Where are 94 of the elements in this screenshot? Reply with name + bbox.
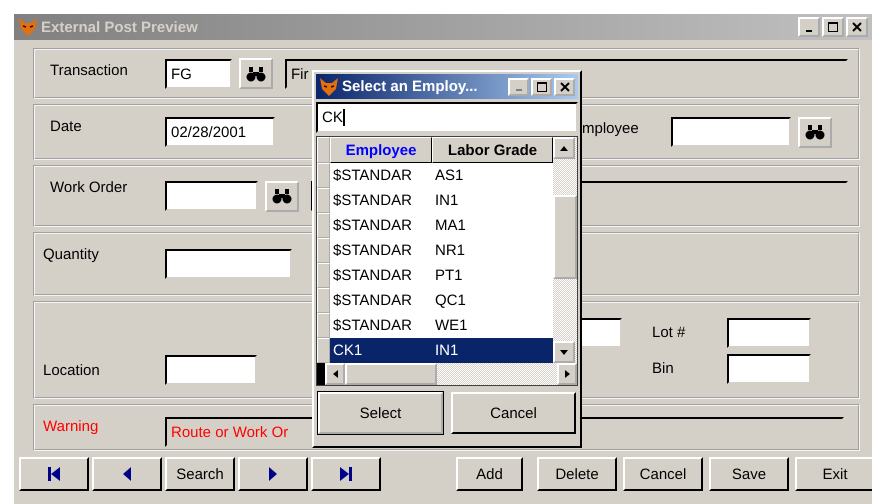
minimize-button[interactable]: [798, 17, 820, 37]
scroll-thumb[interactable]: [345, 363, 437, 385]
skip-first-icon: [47, 466, 61, 482]
input-field[interactable]: FG: [165, 58, 232, 88]
binoculars-icon: [805, 124, 825, 140]
up-triangle-icon: [560, 146, 568, 150]
search-field[interactable]: CK: [316, 102, 578, 133]
dialog-button[interactable]: Select: [318, 392, 443, 434]
table-cell-text: AS1: [434, 167, 464, 184]
maximize-icon: [828, 22, 838, 32]
search-button[interactable]: Search: [165, 457, 235, 491]
action-button[interactable]: Delete: [537, 457, 617, 491]
minimize-icon: [516, 89, 522, 91]
right-triangle-icon: [564, 370, 570, 378]
action-button[interactable]: Cancel: [623, 457, 703, 491]
skip-last-icon: [339, 466, 353, 482]
table-cell-text: $STANDAR: [332, 167, 413, 184]
input-field[interactable]: [727, 354, 811, 384]
dialog-title: Select an Employ...: [342, 78, 479, 95]
date-field[interactable]: 02/28/2001: [165, 117, 275, 147]
left-triangle-icon: [332, 370, 338, 378]
maximize-button[interactable]: [822, 17, 844, 37]
scroll-right-button[interactable]: [557, 363, 577, 385]
row-marker: [317, 363, 325, 385]
table-cell-text: PT1: [434, 267, 464, 284]
search-button[interactable]: [265, 180, 299, 212]
table-cell-text: $STANDAR: [332, 317, 413, 334]
table-cell-text: $STANDAR: [332, 217, 413, 234]
search-button[interactable]: [798, 116, 832, 148]
binoculars-icon: [272, 188, 292, 204]
nav-button[interactable]: [92, 457, 162, 491]
field-label: Bin: [652, 359, 675, 379]
input-field[interactable]: [165, 355, 257, 385]
fox-head-icon: [319, 76, 339, 96]
table-cell-text: $STANDAR: [332, 292, 413, 309]
close-icon: [560, 82, 570, 92]
field-label: Quantity: [43, 246, 100, 263]
binoculars-icon: [246, 66, 266, 82]
left-triangle-icon: [122, 466, 132, 482]
field-label: Transaction: [50, 62, 129, 79]
table-cell-text: $STANDAR: [332, 192, 413, 209]
table-row[interactable]: $STANDAR MA1: [317, 213, 553, 238]
dialog-button[interactable]: Cancel: [451, 392, 576, 434]
action-button[interactable]: Save: [709, 457, 789, 491]
table-row[interactable]: $STANDAR NR1: [317, 238, 553, 263]
nav-button[interactable]: [19, 457, 89, 491]
table-cell-text: NR1: [434, 242, 466, 259]
vertical-scrollbar[interactable]: [553, 137, 577, 363]
down-triangle-icon: [560, 350, 568, 354]
field-label: Work Order: [50, 179, 128, 196]
table-row[interactable]: $STANDAR IN1: [317, 188, 553, 213]
table-cell-text: IN1: [434, 192, 460, 209]
table-cell-text: CK1: [332, 342, 364, 359]
close-button[interactable]: [554, 78, 575, 96]
window-title: External Post Preview: [41, 18, 199, 36]
right-triangle-icon: [268, 466, 278, 482]
table-cell-text: $STANDAR: [332, 242, 413, 259]
nav-button[interactable]: [311, 457, 381, 491]
close-button[interactable]: [846, 17, 868, 37]
table-cell-text: MA1: [434, 217, 467, 234]
table-cell-text: $STANDAR: [332, 267, 413, 284]
table-row[interactable]: $STANDAR QC1: [317, 288, 553, 313]
action-button[interactable]: Exit: [795, 457, 872, 491]
fox-head-icon: [18, 17, 38, 37]
input-field[interactable]: [727, 318, 811, 348]
table-row[interactable]: $STANDAR PT1: [317, 263, 553, 288]
column-header[interactable]: Employee: [330, 137, 432, 163]
table-cell-text: QC1: [434, 292, 467, 309]
scroll-up-button[interactable]: [553, 137, 575, 159]
table-cell-text: IN1: [434, 342, 460, 359]
table-cell-text: WE1: [434, 317, 469, 334]
field-label: Lot #: [652, 323, 686, 343]
horizontal-scrollbar[interactable]: [317, 363, 577, 385]
column-header[interactable]: Labor Grade: [432, 137, 553, 163]
table-row[interactable]: CK1 IN1: [317, 338, 553, 363]
minimize-icon: [806, 30, 812, 32]
maximize-icon: [536, 82, 546, 92]
table-row[interactable]: $STANDAR WE1: [317, 313, 553, 338]
input-field[interactable]: [165, 181, 258, 211]
field-label: Date: [50, 118, 83, 135]
search-button[interactable]: [239, 58, 273, 89]
maximize-button[interactable]: [531, 78, 552, 96]
table-row[interactable]: $STANDAR AS1: [317, 163, 553, 188]
scroll-thumb[interactable]: [553, 195, 577, 279]
field-label: mployee: [582, 120, 640, 137]
scroll-down-button[interactable]: [553, 341, 575, 363]
warning-label: Warning: [43, 418, 100, 435]
input-field[interactable]: [165, 249, 292, 279]
input-field[interactable]: [671, 117, 791, 147]
field-label: Location: [43, 362, 101, 379]
scroll-left-button[interactable]: [325, 363, 345, 385]
action-button[interactable]: Add: [456, 457, 523, 491]
nav-button[interactable]: [238, 457, 308, 491]
close-icon: [852, 22, 862, 32]
